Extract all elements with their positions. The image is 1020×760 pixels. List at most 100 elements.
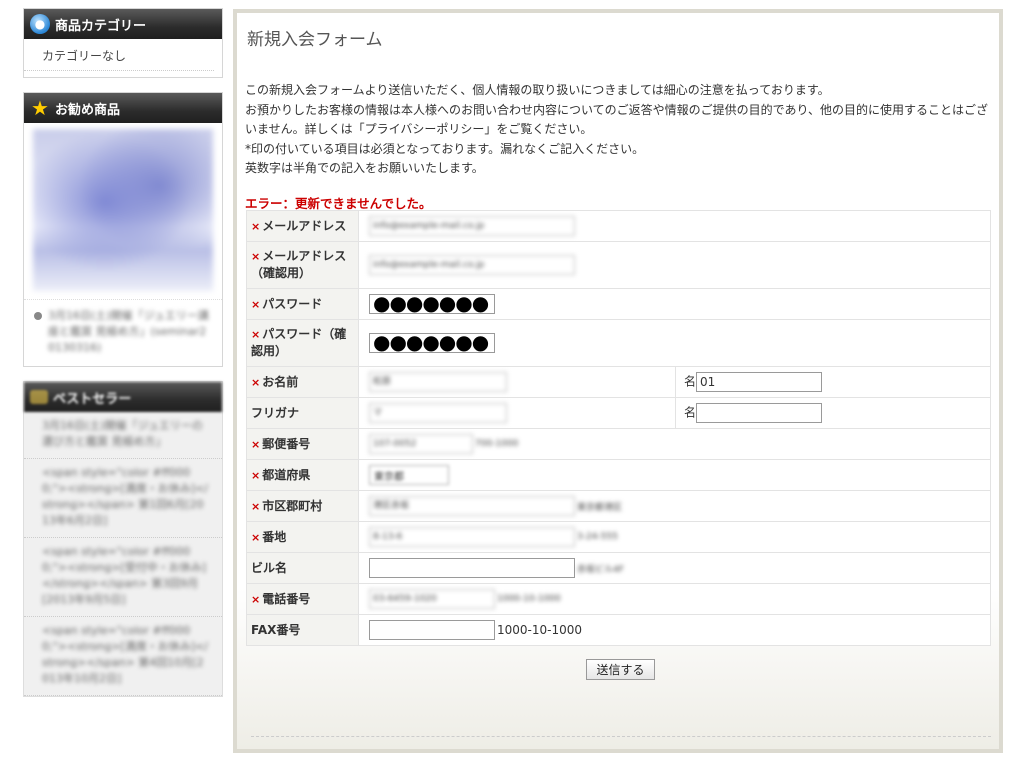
last-name-kana-field[interactable]: マ <box>369 403 507 423</box>
bullet-icon <box>34 312 42 320</box>
password-label-cell: × パスワード <box>246 288 359 320</box>
bestseller-item[interactable]: 3月16日(土)開催「ジュエリーの選び方と鑑賞 見極め方」 <box>24 412 222 459</box>
main-content: 新規入会フォーム この新規入会フォームより送信いただく、個人情報の取り扱いにつき… <box>233 9 1003 753</box>
fax-label: FAX番号 <box>251 622 301 637</box>
required-mark-icon: × <box>251 297 261 311</box>
city-label: 市区郡町村 <box>262 498 323 513</box>
address-field[interactable]: 8-13-6 <box>369 527 575 547</box>
first-name-kana-field[interactable] <box>696 403 823 423</box>
fax-example: 1000-10-1000 <box>497 623 583 637</box>
name-last-cell: 松原 <box>358 366 676 398</box>
zip-value-cell: 107-0052 700-1000 <box>358 428 991 460</box>
intro-line: *印の付いている項目は必須となっております。漏れなくご記入ください。 <box>245 141 645 156</box>
password-value-cell: ●●●●●●● <box>358 288 991 320</box>
form-row-city: × 市区郡町村 港区赤坂 東京都港区 <box>246 490 991 522</box>
email-value-cell: info@example-mail.co.jp <box>358 210 991 242</box>
form-row-password-confirm: × パスワード（確認用） ●●●●●●● <box>246 319 991 367</box>
form-row-building: ビル名 赤坂ビル4F <box>246 552 991 584</box>
tel-value-cell: 03-6459-1020 1000-10-1000 <box>358 583 991 615</box>
bestseller-item-link[interactable]: <span style="color #ff0000;"><strong>[満席… <box>42 624 208 685</box>
recommend-product-image[interactable] <box>33 129 213 291</box>
kana-last-cell: マ <box>358 397 676 429</box>
email-label-cell: × メールアドレス <box>246 210 359 242</box>
form-row-email: × メールアドレス info@example-mail.co.jp <box>246 210 991 242</box>
category-globe-icon: ● <box>30 14 50 34</box>
required-mark-icon: × <box>251 250 261 263</box>
fax-value-cell: 1000-10-1000 <box>358 614 991 646</box>
zip-field[interactable]: 107-0052 <box>369 434 473 454</box>
intro-text: この新規入会フォームより送信いただく、個人情報の取り扱いにつきましては細心の注意… <box>245 81 995 179</box>
password-confirm-field[interactable]: ●●●●●●● <box>369 332 495 353</box>
sidebar: ● 商品カテゴリー カテゴリーなし ★ お勧め商品 3月16日(土)開催「ジュエ… <box>23 8 223 711</box>
pref-label-cell: × 都道府県 <box>246 459 359 491</box>
category-empty-text: カテゴリーなし <box>24 39 214 71</box>
city-example: 東京都港区 <box>577 502 623 513</box>
city-field[interactable]: 港区赤坂 <box>369 496 575 516</box>
bestseller-box-header: ベストセラー <box>24 382 222 412</box>
bestseller-item-link[interactable]: <span style="color #ff0000;"><strong>[受付… <box>42 545 206 606</box>
address-label-cell: × 番地 <box>246 521 359 553</box>
bestseller-box: ベストセラー 3月16日(土)開催「ジュエリーの選び方と鑑賞 見極め方」 <sp… <box>23 381 223 697</box>
bestseller-item[interactable]: <span style="color #ff0000;"><strong>[受付… <box>24 538 222 617</box>
email-confirm-field[interactable]: info@example-mail.co.jp <box>369 255 575 275</box>
first-name-label: 名 <box>684 374 697 389</box>
form-row-zip: × 郵便番号 107-0052 700-1000 <box>246 428 991 460</box>
footer-divider <box>251 736 991 737</box>
building-field[interactable] <box>369 558 575 578</box>
kana-first-cell: 名 <box>675 397 991 429</box>
last-name-field[interactable]: 松原 <box>369 372 507 392</box>
required-mark-icon: × <box>251 499 261 513</box>
name-first-cell: 名 01 <box>675 366 991 398</box>
bestseller-item-link[interactable]: 3月16日(土)開催「ジュエリーの選び方と鑑賞 見極め方」 <box>42 419 203 448</box>
recommend-box-title: お勧め商品 <box>55 102 121 118</box>
required-mark-icon: × <box>251 530 261 544</box>
pref-label: 都道府県 <box>262 467 311 482</box>
recommend-item[interactable]: 3月16日(土)開催「ジュエリー講座と鑑賞 見極め方」(seminar20130… <box>24 299 222 366</box>
name-label: お名前 <box>262 374 299 389</box>
required-mark-icon: × <box>251 592 261 606</box>
page-title: 新規入会フォーム <box>247 30 383 50</box>
category-box: ● 商品カテゴリー カテゴリーなし <box>23 8 223 78</box>
form-row-kana: フリガナ マ 名 <box>246 397 991 429</box>
crown-icon <box>30 390 48 404</box>
address-value-cell: 8-13-6 3-24-555 <box>358 521 991 553</box>
building-value-cell: 赤坂ビル4F <box>358 552 991 584</box>
email-confirm-label-cell: × メールアドレス（確認用） <box>246 241 359 289</box>
fax-field[interactable] <box>369 620 495 640</box>
form-row-pref: × 都道府県 東京都 <box>246 459 991 491</box>
address-example: 3-24-555 <box>577 532 618 542</box>
first-name-kana-label: 名 <box>684 405 697 420</box>
email-field[interactable]: info@example-mail.co.jp <box>369 216 575 236</box>
category-box-header: ● 商品カテゴリー <box>24 9 222 39</box>
password-confirm-label-cell: × パスワード（確認用） <box>246 319 359 367</box>
city-label-cell: × 市区郡町村 <box>246 490 359 522</box>
recommend-item-link[interactable]: 3月16日(土)開催「ジュエリー講座と鑑賞 見極め方」(seminar20130… <box>48 308 212 356</box>
password-confirm-value-cell: ●●●●●●● <box>358 319 991 367</box>
tel-field[interactable]: 03-6459-1020 <box>369 589 495 609</box>
form-row-fax: FAX番号 1000-10-1000 <box>246 614 991 646</box>
form-row-email-confirm: × メールアドレス（確認用） info@example-mail.co.jp <box>246 241 991 289</box>
bestseller-item-link[interactable]: <span style="color #ff0000;"><strong>[満席… <box>42 466 208 527</box>
building-label-cell: ビル名 <box>246 552 359 584</box>
bestseller-item[interactable]: <span style="color #ff0000;"><strong>[満席… <box>24 617 222 696</box>
required-mark-icon: × <box>251 328 261 341</box>
email-label: メールアドレス <box>262 218 347 233</box>
recommend-box-header: ★ お勧め商品 <box>24 93 222 123</box>
email-confirm-label: メールアドレス（確認用） <box>251 249 347 280</box>
password-field[interactable]: ●●●●●●● <box>369 293 495 314</box>
bestseller-item[interactable]: <span style="color #ff0000;"><strong>[満席… <box>24 459 222 538</box>
recommend-box: ★ お勧め商品 3月16日(土)開催「ジュエリー講座と鑑賞 見極め方」(semi… <box>23 92 223 367</box>
zip-label-cell: × 郵便番号 <box>246 428 359 460</box>
pref-select[interactable]: 東京都 <box>369 465 449 485</box>
first-name-field[interactable]: 01 <box>696 372 823 392</box>
fax-label-cell: FAX番号 <box>246 614 359 646</box>
city-value-cell: 港区赤坂 東京都港区 <box>358 490 991 522</box>
required-mark-icon: × <box>251 375 261 389</box>
address-label: 番地 <box>262 529 287 544</box>
kana-label-cell: フリガナ <box>246 397 359 429</box>
pref-value-cell: 東京都 <box>358 459 991 491</box>
kana-label: フリガナ <box>251 405 300 420</box>
submit-button[interactable]: 送信する <box>586 659 655 680</box>
intro-line: お預かりしたお客様の情報は本人様へのお問い合わせ内容についてのご返答や情報のご提… <box>245 102 989 137</box>
email-confirm-value-cell: info@example-mail.co.jp <box>358 241 991 289</box>
